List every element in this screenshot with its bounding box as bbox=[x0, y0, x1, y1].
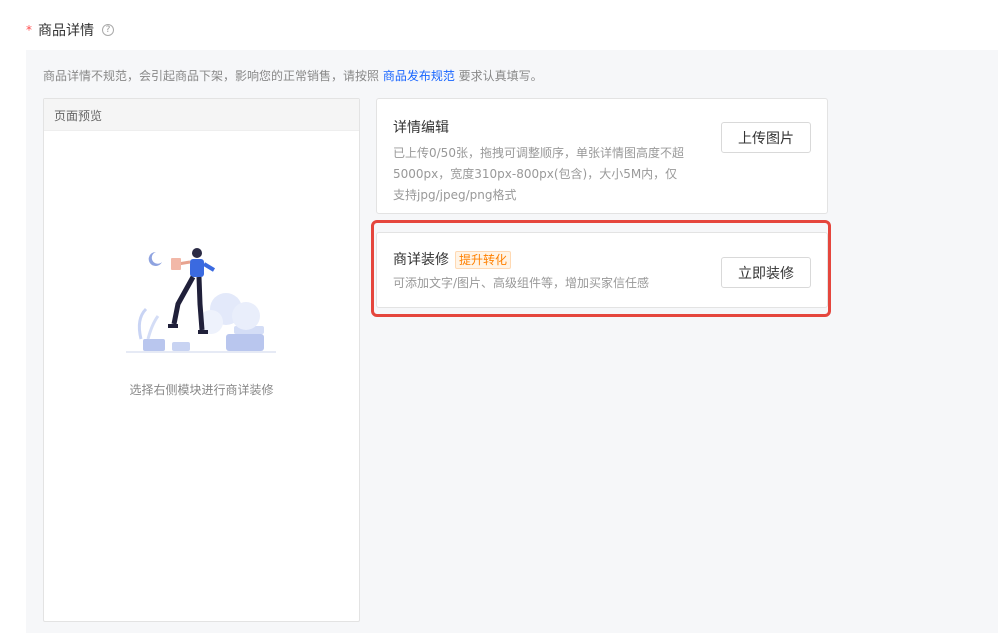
upload-image-button[interactable]: 上传图片 bbox=[721, 122, 811, 153]
detail-edit-desc: 已上传0/50张，拖拽可调整顺序，单张详情图高度不超5000px，宽度310px… bbox=[393, 146, 684, 202]
empty-text: 选择右侧模块进行商详装修 bbox=[129, 383, 274, 397]
help-icon[interactable]: ? bbox=[102, 24, 114, 36]
notice-suffix: 要求认真填写。 bbox=[454, 69, 543, 83]
publish-rules-link[interactable]: 商品发布规范 bbox=[383, 69, 455, 83]
required-mark: * bbox=[26, 23, 32, 37]
notice-prefix: 商品详情不规范，会引起商品下架，影响您的正常销售，请按照 bbox=[43, 69, 383, 83]
detail-edit-card: 详情编辑 已上传0/50张，拖拽可调整顺序，单张详情图高度不超5000px，宽度… bbox=[376, 98, 828, 214]
empty-illustration bbox=[126, 248, 276, 353]
preview-header: 页面预览 bbox=[44, 99, 359, 131]
highlight-frame bbox=[371, 220, 831, 317]
notice-text: 商品详情不规范，会引起商品下架，影响您的正常销售，请按照 商品发布规范 要求认真… bbox=[43, 67, 543, 84]
field-header: * 商品详情 ? bbox=[26, 20, 114, 40]
field-title: 商品详情 bbox=[38, 23, 94, 39]
detail-panel: 商品详情不规范，会引起商品下架，影响您的正常销售，请按照 商品发布规范 要求认真… bbox=[26, 50, 998, 633]
page-preview: 页面预览 选择右侧模块进行商详装修 bbox=[43, 98, 360, 622]
